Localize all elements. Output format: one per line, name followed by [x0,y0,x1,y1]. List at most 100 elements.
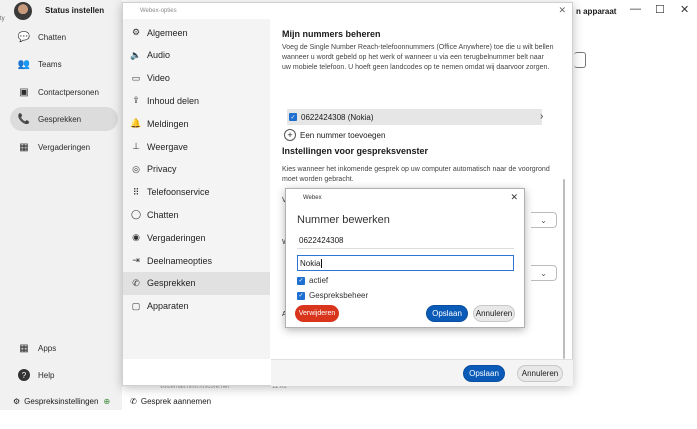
gear-icon: ⚙ [131,27,141,37]
close-icon[interactable]: ✕ [510,192,518,203]
close-icon[interactable]: ✕ [558,5,566,16]
contacts-icon: ▣ [19,86,29,98]
active-checkbox-row[interactable]: ✓ actief [297,276,328,285]
section-desc-callwindow: Kies wanneer het inkomende gesprek op uw… [282,166,550,183]
nav-item-inhoud-delen[interactable]: ⇪ Inhoud delen [123,89,270,112]
nav-item-vergaderingen[interactable]: ◉ Vergaderingen [123,226,270,249]
sidebar-item-help[interactable]: ? Help [10,363,118,387]
nav-item-label: Meldingen [147,118,189,129]
sidebar-item-label: Vergaderingen [38,142,91,152]
sidebar-item-label: Apps [38,343,57,353]
sidebar-item-label: Gesprekken [38,114,82,124]
sidebar-item-teams[interactable]: 👥 Teams [10,52,118,76]
nav-item-algemeen[interactable]: ⚙ Algemeen [123,21,270,44]
options-title: Webex-opties [140,8,177,14]
sidebar-item-label: Contactpersonen [38,87,99,97]
nav-item-label: Deelnameopties [147,255,213,266]
nav-item-label: Gesprekken [147,278,196,289]
chat-icon: 💬 [17,31,31,43]
app-sidebar: Status instellen ty 💬 Chatten 👥 Teams ▣ Conta… [0,0,122,410]
answer-call-button[interactable]: Gesprek aannemen [141,397,211,406]
nav-item-apparaten[interactable]: ▢ Apparaten [123,295,270,318]
minimize-icon[interactable]: — [630,3,641,15]
number-entry-label: 0622424308 (Nokia) [301,112,374,122]
video-icon: ▭ [131,72,141,83]
phone-icon: 📞 [17,113,31,125]
join-icon: ⇥ [132,255,140,265]
meetings-icon: ◉ [132,232,140,243]
section-title-callwindow: Instellingen voor gespreksvenster [282,146,429,156]
plus-icon: + [284,129,296,141]
add-number-button[interactable]: + Een nummer toevoegen [284,129,385,141]
section-title-numbers: Mijn nummers beheren [282,29,381,39]
sidebar-item-label: Teams [38,59,62,69]
nav-item-deelnameopties[interactable]: ⇥ Deelnameopties [123,249,270,272]
avatar[interactable] [14,2,32,20]
teams-icon: 👥 [17,58,31,70]
sidebar-item-vergaderingen[interactable]: ▦ Vergaderingen [10,135,118,159]
nav-item-weergave[interactable]: ⊥ Weergave [123,135,270,158]
nav-item-label: Telefoonservice [147,187,210,198]
search-field-stub[interactable] [574,52,586,68]
devices-icon: ▢ [131,300,141,311]
nav-item-label: Inhoud delen [147,95,200,106]
modal-cancel-button[interactable]: Annuleren [473,305,515,322]
edit-number-dialog: Webex ✕ Nummer bewerken 0622424308 Nokia… [285,188,525,328]
name-input[interactable]: Nokia [297,255,514,271]
options-nav: ⚙ Algemeen 🔈 Audio ▭ Video ⇪ Inhoud delen 🔔 Meldi… [123,19,270,359]
help-icon: ? [18,369,30,381]
nav-item-chatten[interactable]: ◯ Chatten [123,203,270,226]
scrollbar[interactable] [563,179,565,359]
chat-icon: ◯ [130,209,142,220]
share-icon: ⇪ [132,95,140,106]
call-management-checkbox-row[interactable]: ✓ Gespreksbeheer [297,291,368,300]
chevron-right-icon[interactable]: › [540,111,543,122]
nav-item-telefoonservice[interactable]: ⠿ Telefoonservice [123,181,270,204]
nav-item-video[interactable]: ▭ Video [123,67,270,90]
save-button[interactable]: Opslaan [463,365,505,382]
calendar-icon: ▦ [19,141,29,153]
close-icon[interactable]: ✕ [680,3,689,16]
modal-window-title: Webex [303,195,322,201]
sidebar-item-apps[interactable]: ▦ Apps [10,336,118,360]
nav-item-label: Algemeen [147,27,188,38]
nav-item-audio[interactable]: 🔈 Audio [123,44,270,67]
edge-fragment: ty [0,16,5,22]
call-settings-link[interactable]: Gespreksinstellingen [24,397,98,406]
nav-item-label: Privacy [147,164,177,175]
checkbox-icon[interactable]: ✓ [297,291,305,300]
options-footer: Opslaan Annuleren [271,359,573,386]
nav-item-meldingen[interactable]: 🔔 Meldingen [123,112,270,135]
call-management-label: Gespreksbeheer [309,291,369,300]
nav-item-label: Audio [147,50,171,61]
nav-item-gesprekken[interactable]: ✆ Gesprekken [123,271,270,295]
checkbox-icon[interactable]: ✓ [289,113,297,121]
sidebar-item-chatten[interactable]: 💬 Chatten [10,25,118,49]
nav-item-privacy[interactable]: ◎ Privacy [123,158,270,181]
maximize-icon[interactable]: ☐ [655,3,665,16]
cancel-button[interactable]: Annuleren [517,365,563,382]
sidebar-item-label: Chatten [38,32,67,42]
device-label[interactable]: n apparaat [576,7,616,16]
speaker-icon: 🔈 [130,49,142,60]
text-cursor [321,258,323,268]
dial-icon: ⊕ [103,396,111,406]
add-number-label: Een nummer toevoegen [300,130,386,140]
number-input[interactable]: 0622424308 [297,233,514,249]
delete-button[interactable]: Verwijderen [295,305,339,322]
checkbox-icon[interactable]: ✓ [297,276,305,285]
number-list-item[interactable]: ✓ 0622424308 (Nokia) [287,109,542,125]
bell-icon: 🔔 [130,118,142,129]
nav-item-label: Weergave [147,141,188,152]
sidebar-item-gesprekken[interactable]: 📞 Gesprekken [10,107,118,131]
sidebar-item-contactpersonen[interactable]: ▣ Contactpersonen [10,80,118,104]
dropdown-stub[interactable]: ⌄ [531,265,557,281]
display-icon: ⊥ [132,141,140,151]
modal-save-button[interactable]: Opslaan [426,305,468,322]
privacy-icon: ◎ [132,163,140,174]
nav-item-label: Vergaderingen [147,232,206,243]
status-label[interactable]: Status instellen [45,6,104,15]
dropdown-stub[interactable]: ⌄ [531,212,557,228]
nav-item-label: Chatten [147,209,179,220]
nav-item-label: Apparaten [147,301,189,312]
